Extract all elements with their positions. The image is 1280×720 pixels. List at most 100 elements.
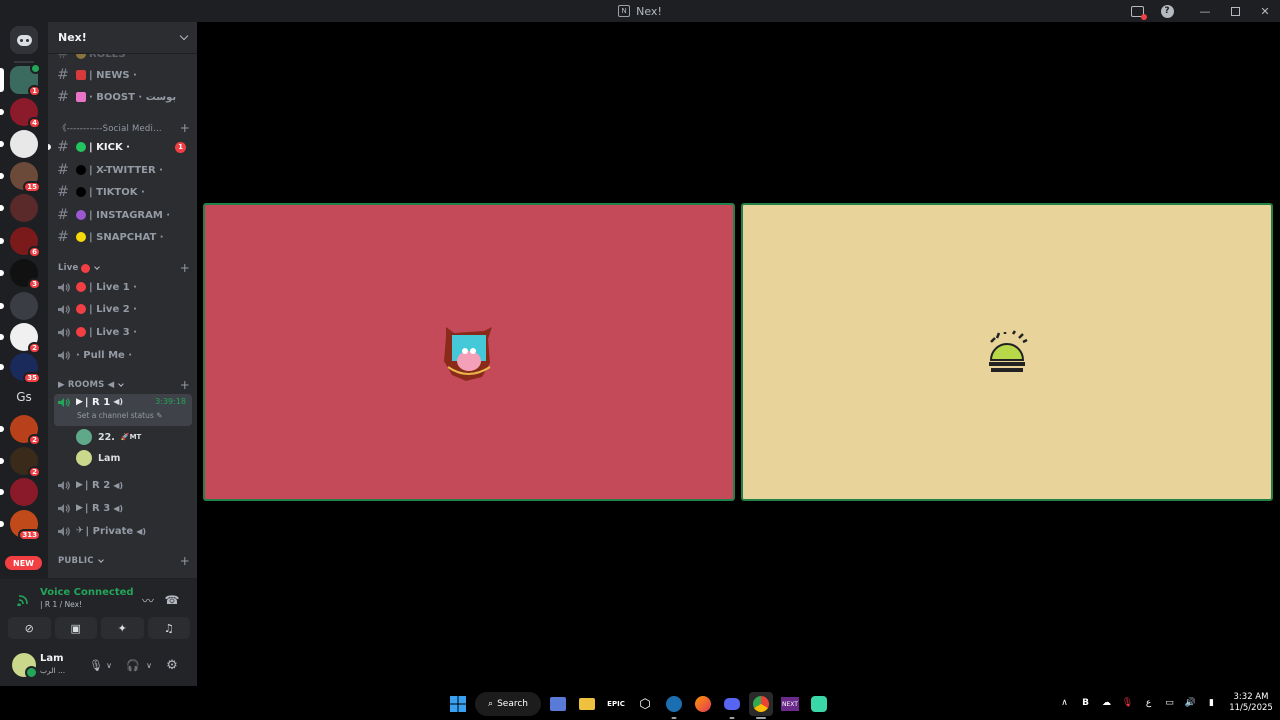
voice-member[interactable]: Lam <box>76 448 120 468</box>
category-live[interactable]: Live + <box>58 261 190 275</box>
voice-channel-r1[interactable]: ▶ | R 1 ◀) 3:39:18 <box>54 394 192 426</box>
channel-instagram[interactable]: # | INSTAGRAM · <box>54 205 192 225</box>
add-channel-icon[interactable]: + <box>180 378 190 392</box>
taskbar-app-explorer[interactable] <box>575 692 599 716</box>
search-button[interactable]: ⌕ Search <box>475 692 541 716</box>
server-icon-14[interactable]: 313 <box>0 510 41 541</box>
taskbar-app-steam[interactable] <box>662 692 686 719</box>
voice-channel-r2[interactable]: ▶ | R 2 ◀) <box>54 475 192 495</box>
taskbar-app-firefox[interactable] <box>691 692 715 716</box>
server-icon-6[interactable]: 6 <box>0 227 41 258</box>
maximize-icon <box>1230 6 1240 16</box>
user-settings-button[interactable]: ⚙ <box>164 657 180 673</box>
mic-options-button[interactable]: ∨ <box>104 657 114 673</box>
voice-channel-live1[interactable]: | Live 1 · <box>54 277 192 297</box>
video-tile-lam[interactable] <box>741 203 1273 501</box>
title-bar: N Nex! ? — ✕ <box>0 0 1280 22</box>
channel-kick[interactable]: # | KICK · 1 <box>54 137 192 157</box>
tray-app-network[interactable]: ☁ <box>1096 693 1117 713</box>
tray-display[interactable]: ▭ <box>1159 693 1180 713</box>
channel-tiktok[interactable]: # | TIKTOK · <box>54 182 192 202</box>
add-channel-icon[interactable]: + <box>180 554 190 568</box>
close-button[interactable]: ✕ <box>1250 0 1280 22</box>
help-button[interactable]: ? <box>1152 0 1182 22</box>
voice-channel-pull-me[interactable]: · Pull Me · <box>54 345 192 365</box>
server-icon-3[interactable] <box>0 130 38 158</box>
taskbar-app-discord[interactable] <box>720 692 744 719</box>
noise-suppression-button[interactable]: 〰 <box>139 591 157 609</box>
category-rooms[interactable]: ▶ ROOMS ◀ + <box>58 378 190 392</box>
taskbar-app-chrome[interactable] <box>749 692 773 719</box>
server-icon-2[interactable]: 4 <box>0 98 41 129</box>
next-app-icon: NEXT <box>781 697 799 711</box>
tray-overflow-button[interactable]: ∧ <box>1054 693 1075 713</box>
clock[interactable]: 3:32 AM 11/5/2025 <box>1222 692 1280 714</box>
server-indicator <box>0 270 4 276</box>
tray-app-b[interactable]: B <box>1075 693 1096 713</box>
user-name[interactable]: Lam <box>40 653 64 664</box>
server-icon-4[interactable]: 15 <box>0 162 41 193</box>
tray-battery[interactable]: ▮ <box>1201 693 1222 713</box>
server-icon-13[interactable] <box>0 478 38 506</box>
tray-volume[interactable]: 🔊 <box>1180 693 1201 713</box>
channel-x-twitter[interactable]: # | X-TWITTER · <box>54 160 192 180</box>
tray-microphone[interactable]: 🎙 <box>1117 693 1138 713</box>
server-gs[interactable]: Gs <box>10 383 38 411</box>
home-button[interactable] <box>10 26 38 54</box>
voice-channel-private[interactable]: ✈ | Private ◀) <box>54 521 192 541</box>
server-icon-7[interactable]: 3 <box>0 259 41 290</box>
voice-channel-r3[interactable]: ▶ | R 3 ◀) <box>54 498 192 518</box>
minimize-button[interactable]: — <box>1190 0 1220 22</box>
input-language[interactable]: ع <box>1138 693 1159 713</box>
volume-icon: ◀) <box>113 503 124 513</box>
b-app-icon: B <box>1082 698 1089 708</box>
screen-share-button[interactable]: ▣ <box>54 617 97 639</box>
voice-connected-label[interactable]: Voice Connected <box>40 587 134 598</box>
category-social[interactable]: 《-----------Social Medi... + <box>58 121 190 135</box>
server-icon-10[interactable]: 35 <box>0 353 41 384</box>
server-icon-12[interactable]: 2 <box>0 447 41 478</box>
avatar[interactable] <box>12 653 38 679</box>
activities-icon: ✦ <box>117 621 127 635</box>
start-button[interactable] <box>446 692 470 716</box>
maximize-button[interactable] <box>1220 0 1250 22</box>
channel-emoji <box>76 327 86 337</box>
camera-button[interactable]: ⊘ <box>8 617 51 639</box>
inbox-button[interactable] <box>1122 0 1152 22</box>
signal-icon[interactable] <box>17 591 31 607</box>
add-channel-icon[interactable]: + <box>180 261 190 275</box>
soundboard-button[interactable]: ♫ <box>147 617 190 639</box>
disconnect-button[interactable]: ☎ <box>163 591 181 609</box>
search-icon: ⌕ <box>488 699 494 709</box>
server-icon-5[interactable] <box>0 194 38 222</box>
channel-news[interactable]: # | NEWS · <box>54 65 192 85</box>
taskbar-app-epic[interactable]: EPIC <box>604 692 628 716</box>
voice-channel-path[interactable]: | R 1 / Nex! <box>40 600 82 609</box>
audio-options-button[interactable]: ∨ <box>144 657 154 673</box>
add-channel-icon[interactable]: + <box>180 121 190 135</box>
activities-button[interactable]: ✦ <box>101 617 144 639</box>
channel-status-prompt[interactable]: Set a channel status ✎ <box>77 411 162 420</box>
server-icon-8[interactable] <box>0 292 38 320</box>
deafen-button[interactable]: 🎧 <box>126 657 140 673</box>
taskbar-app-green[interactable] <box>807 692 831 716</box>
mute-button[interactable]: 🎙 <box>89 657 103 673</box>
taskbar-app-widgets[interactable] <box>546 692 570 716</box>
voice-channel-live3[interactable]: | Live 3 · <box>54 322 192 342</box>
taskbar-app-unity[interactable]: ⬡ <box>633 692 657 716</box>
server-icon-1[interactable]: 1 <box>0 63 41 97</box>
channel-snapchat[interactable]: # | SNAPCHAT · <box>54 227 192 247</box>
mention-badge: 1 <box>175 141 186 153</box>
server-indicator <box>0 109 4 115</box>
video-tile-member[interactable] <box>203 203 735 501</box>
category-public[interactable]: PUBLIC + <box>58 554 190 568</box>
guild-header[interactable]: Nex! <box>48 22 197 54</box>
voice-member[interactable]: 22. 🚀MT <box>76 427 141 447</box>
server-icon-9[interactable]: 2 <box>0 323 41 354</box>
voice-channel-live2[interactable]: | Live 2 · <box>54 299 192 319</box>
server-icon-11[interactable]: 2 <box>0 415 41 446</box>
taskbar-app-next[interactable]: NEXT <box>778 692 802 716</box>
channel-boost[interactable]: # · BOOST · بوست <box>54 87 192 107</box>
new-badge[interactable]: NEW <box>5 556 42 570</box>
